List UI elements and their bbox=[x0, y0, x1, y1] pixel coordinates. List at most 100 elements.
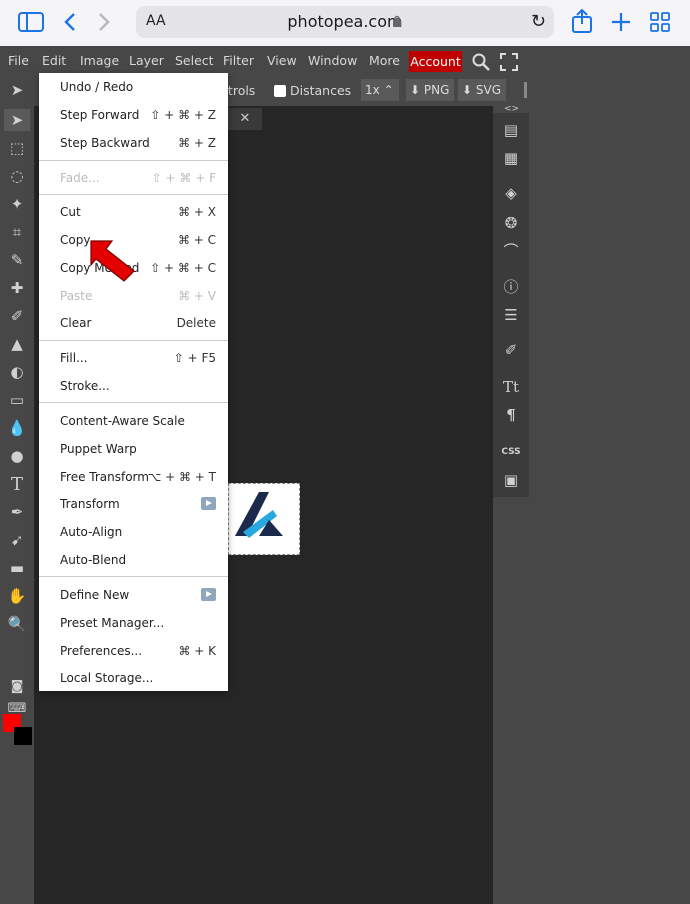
menu-item-shortcut: ⇧ + F5 bbox=[173, 351, 216, 365]
eraser-tool-icon[interactable]: ◐ bbox=[4, 361, 30, 383]
menu-item-label: Fill... bbox=[60, 351, 88, 365]
move-tool-icon[interactable]: ➤ bbox=[4, 79, 30, 101]
menu-item-shortcut: ⌘ + C bbox=[177, 233, 216, 247]
menu-layer[interactable]: Layer bbox=[129, 53, 164, 68]
blur-tool-icon[interactable]: 💧 bbox=[4, 417, 30, 439]
menu-item-auto-blend[interactable]: Auto-Blend bbox=[39, 546, 228, 574]
menu-select[interactable]: Select bbox=[175, 53, 214, 68]
menu-item-label: Content-Aware Scale bbox=[60, 414, 185, 428]
menu-item-define-new[interactable]: Define New bbox=[39, 581, 228, 609]
paths-panel-icon[interactable]: ⌒ bbox=[500, 241, 522, 261]
fullscreen-icon[interactable] bbox=[500, 53, 518, 71]
menu-item-auto-align[interactable]: Auto-Align bbox=[39, 518, 228, 546]
app-menubar: File Edit Image Layer Select Filter View… bbox=[0, 46, 690, 74]
sidebar-icon[interactable] bbox=[18, 12, 44, 32]
distances-checkbox[interactable] bbox=[274, 85, 286, 97]
background-color-swatch[interactable] bbox=[14, 727, 32, 745]
search-icon[interactable] bbox=[471, 52, 491, 72]
crop-tool-icon[interactable]: ⌗ bbox=[4, 221, 30, 243]
menu-item-content-aware-scale[interactable]: Content-Aware Scale bbox=[39, 407, 228, 435]
healing-brush-icon[interactable]: ✚ bbox=[4, 277, 30, 299]
tabs-overview-icon[interactable] bbox=[650, 12, 670, 32]
marquee-tool-icon[interactable]: ⬚ bbox=[4, 137, 30, 159]
menu-item-label: Auto-Align bbox=[60, 525, 123, 539]
menu-item-local-storage[interactable]: Local Storage... bbox=[39, 664, 228, 692]
menu-item-stroke[interactable]: Stroke... bbox=[39, 372, 228, 400]
dodge-tool-icon[interactable]: ● bbox=[4, 445, 30, 467]
channels-panel-icon[interactable]: ❂ bbox=[500, 213, 522, 233]
rectangle-tool-icon[interactable]: ▬ bbox=[4, 557, 30, 579]
swatches-panel-icon[interactable]: ▦ bbox=[500, 148, 522, 168]
download-icon: ⬇ bbox=[462, 83, 473, 97]
zoom-select[interactable]: 1x ⌃ bbox=[361, 79, 399, 101]
menu-item-label: Stroke... bbox=[60, 379, 110, 393]
forward-icon[interactable] bbox=[97, 12, 111, 32]
keyboard-icon[interactable]: ⌨ bbox=[4, 697, 30, 719]
clone-stamp-icon[interactable]: ▲ bbox=[4, 333, 30, 355]
menu-edit[interactable]: Edit bbox=[42, 53, 66, 68]
close-icon[interactable]: ✕ bbox=[240, 111, 251, 126]
hand-tool-icon[interactable]: ✋ bbox=[4, 585, 30, 607]
address-bar[interactable]: AA photopea.com ↻ bbox=[136, 6, 554, 38]
brush-tool-icon[interactable]: ✐ bbox=[4, 305, 30, 327]
menu-file[interactable]: File bbox=[8, 53, 29, 68]
menu-view[interactable]: View bbox=[267, 53, 297, 68]
menu-item-puppet-warp[interactable]: Puppet Warp bbox=[39, 435, 228, 463]
zoom-value: 1x bbox=[365, 83, 380, 97]
character-panel-icon[interactable]: Tt bbox=[500, 377, 522, 397]
export-svg-button[interactable]: ⬇ SVG bbox=[458, 79, 506, 101]
menu-item-label: Preset Manager... bbox=[60, 616, 165, 630]
lasso-tool-icon[interactable]: ◌ bbox=[4, 165, 30, 187]
menu-item-step-backward[interactable]: Step Backward ⌘ + Z bbox=[39, 129, 228, 157]
menu-item-cut[interactable]: Cut ⌘ + X bbox=[39, 198, 228, 226]
pointer-arrow-icon bbox=[90, 240, 135, 282]
image-panel-icon[interactable]: ▣ bbox=[500, 470, 522, 490]
select-tool-icon[interactable]: ➤ bbox=[4, 109, 30, 131]
menu-item-paste: Paste ⌘ + V bbox=[39, 282, 228, 310]
menu-item-step-forward[interactable]: Step Forward ⇧ + ⌘ + Z bbox=[39, 101, 228, 129]
path-select-icon[interactable]: ➹ bbox=[4, 529, 30, 551]
menu-item-fill[interactable]: Fill... ⇧ + F5 bbox=[39, 344, 228, 372]
export-png-button[interactable]: ⬇ PNG bbox=[406, 79, 454, 101]
menu-item-shortcut: ⌘ + X bbox=[178, 205, 216, 219]
new-tab-icon[interactable] bbox=[611, 12, 631, 32]
gradient-tool-icon[interactable]: ▭ bbox=[4, 389, 30, 411]
options-bar-handle bbox=[524, 82, 527, 98]
distances-label: Distances bbox=[290, 83, 352, 98]
share-icon[interactable] bbox=[571, 8, 593, 34]
menu-item-label: Preferences... bbox=[60, 644, 143, 658]
paragraph-panel-icon[interactable]: ¶ bbox=[500, 405, 522, 425]
menu-item-shortcut: ⌘ + V bbox=[178, 289, 216, 303]
menu-filter[interactable]: Filter bbox=[223, 53, 254, 68]
magic-wand-icon[interactable]: ✦ bbox=[4, 193, 30, 215]
menu-separator bbox=[39, 194, 228, 195]
back-icon[interactable] bbox=[63, 12, 77, 32]
menu-item-shortcut: ⇧ + ⌘ + Z bbox=[150, 108, 216, 122]
account-button[interactable]: Account bbox=[409, 51, 462, 72]
menu-item-transform[interactable]: Transform bbox=[39, 490, 228, 518]
menu-image[interactable]: Image bbox=[80, 53, 119, 68]
address-url[interactable]: photopea.com bbox=[136, 12, 554, 31]
brush-panel-icon[interactable]: ✐ bbox=[500, 340, 522, 360]
menu-item-undo-redo[interactable]: Undo / Redo bbox=[39, 73, 228, 101]
menu-item-shortcut: Delete bbox=[176, 316, 216, 330]
eyedropper-icon[interactable]: ✎ bbox=[4, 249, 30, 271]
pen-tool-icon[interactable]: ✒ bbox=[4, 501, 30, 523]
menu-item-preset-manager[interactable]: Preset Manager... bbox=[39, 609, 228, 637]
menu-more[interactable]: More bbox=[369, 53, 400, 68]
history-panel-icon[interactable]: ▤ bbox=[500, 120, 522, 140]
menu-window[interactable]: Window bbox=[308, 53, 357, 68]
adjustments-panel-icon[interactable]: ☰ bbox=[500, 305, 522, 325]
css-panel-icon[interactable]: CSS bbox=[500, 442, 522, 462]
menu-item-clear[interactable]: Clear Delete bbox=[39, 309, 228, 337]
menu-item-label: Cut bbox=[60, 205, 81, 219]
type-tool-icon[interactable]: T bbox=[4, 473, 30, 495]
menu-item-free-transform[interactable]: Free Transform ⌥ + ⌘ + T bbox=[39, 463, 228, 491]
info-panel-icon[interactable]: ⓘ bbox=[500, 277, 522, 297]
reload-icon[interactable]: ↻ bbox=[531, 11, 546, 32]
document-tab-close[interactable]: ✕ bbox=[228, 108, 262, 130]
zoom-tool-icon[interactable]: 🔍 bbox=[4, 613, 30, 635]
layers-panel-icon[interactable]: ◈ bbox=[500, 183, 522, 203]
quick-mask-icon[interactable]: ◙ bbox=[4, 675, 30, 697]
menu-item-preferences[interactable]: Preferences... ⌘ + K bbox=[39, 637, 228, 665]
